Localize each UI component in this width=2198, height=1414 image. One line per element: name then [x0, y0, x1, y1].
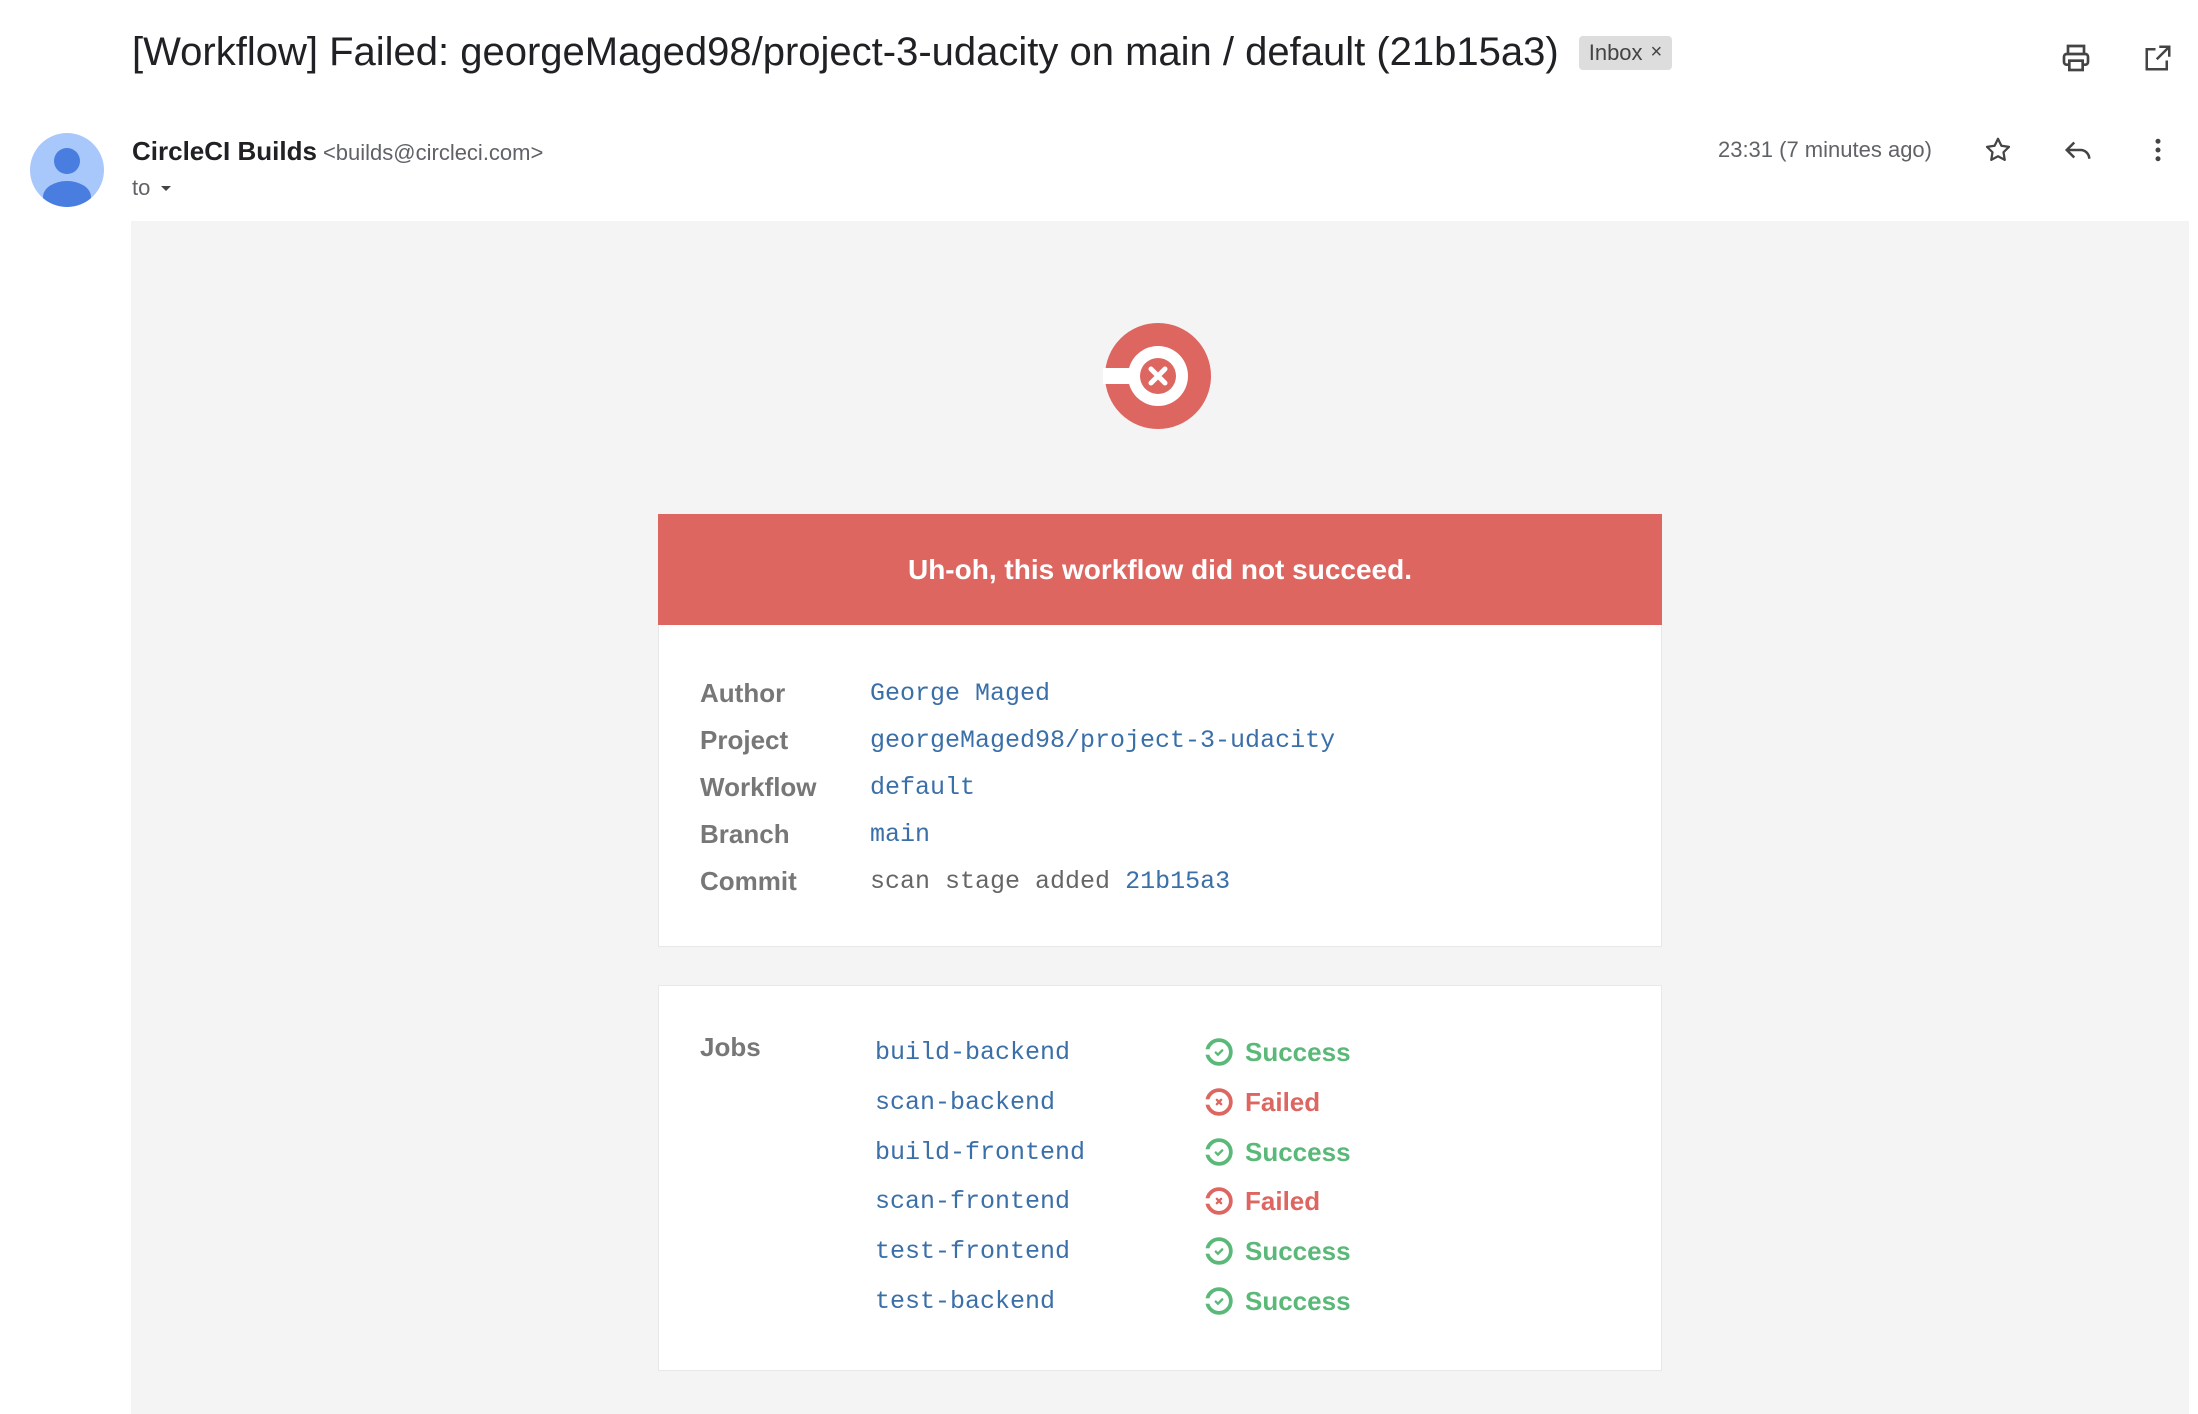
sender-avatar[interactable] [30, 133, 104, 207]
success-icon [1205, 1138, 1233, 1166]
subject-text: [Workflow] Failed: georgeMaged98/project… [132, 30, 1559, 74]
star-icon[interactable] [1978, 130, 2018, 170]
failure-banner: Uh-oh, this workflow did not succeed. [658, 514, 1662, 625]
project-link[interactable]: georgeMaged98/project-3-udacity [870, 726, 1335, 755]
more-vertical-icon[interactable] [2138, 130, 2178, 170]
detail-label: Project [700, 724, 789, 755]
detail-label: Workflow [700, 771, 817, 802]
email-body: Uh-oh, this workflow did not succeed. Au… [131, 221, 2189, 1414]
inbox-label-chip[interactable]: Inbox × [1578, 35, 1673, 70]
sender-name[interactable]: CircleCI Builds [132, 136, 317, 166]
status-failed: Failed [1205, 1087, 1320, 1118]
status-label: Failed [1245, 1185, 1321, 1216]
detail-row-branch: Branch main [700, 814, 1641, 854]
workflow-link[interactable]: default [870, 773, 975, 802]
commit-hash-link[interactable]: 21b15a3 [1125, 867, 1230, 896]
subject-toolbar [2056, 38, 2178, 78]
print-icon[interactable] [2056, 38, 2096, 78]
jobs-label: Jobs [700, 1032, 761, 1062]
open-in-new-window-icon[interactable] [2138, 38, 2178, 78]
inbox-label-text: Inbox [1588, 39, 1643, 65]
job-name-link[interactable]: build-backend [875, 1038, 1205, 1067]
status-failed: Failed [1205, 1186, 1320, 1217]
failed-icon [1205, 1187, 1233, 1215]
status-label: Success [1245, 1285, 1351, 1316]
detail-label: Branch [700, 818, 790, 849]
status-success: Success [1205, 1286, 1351, 1317]
detail-row-project: Project georgeMaged98/project-3-udacity [700, 720, 1641, 760]
job-name-link[interactable]: build-frontend [875, 1138, 1205, 1167]
detail-label: Author [700, 677, 786, 708]
author-link[interactable]: George Maged [870, 679, 1050, 708]
status-success: Success [1205, 1037, 1351, 1068]
status-label: Success [1245, 1136, 1351, 1167]
workflow-details-card: Author George Maged Project georgeMaged9… [658, 625, 1662, 947]
job-name-link[interactable]: test-backend [875, 1287, 1205, 1316]
detail-row-commit: Commit scan stage added 21b15a3 [700, 861, 1641, 901]
job-row: build-frontend Success [875, 1132, 1351, 1172]
status-success: Success [1205, 1137, 1351, 1168]
job-row: test-backend Success [875, 1281, 1351, 1321]
job-name-link[interactable]: scan-backend [875, 1088, 1205, 1117]
job-row: scan-frontend Failed [875, 1181, 1320, 1221]
sender-email: <builds@circleci.com> [322, 140, 544, 165]
detail-row-author: Author George Maged [700, 673, 1641, 713]
sender-info: CircleCI Builds <builds@circleci.com> [132, 136, 543, 167]
recipient-line[interactable]: to [132, 175, 174, 201]
job-name-link[interactable]: test-frontend [875, 1237, 1205, 1266]
success-icon [1205, 1038, 1233, 1066]
detail-row-workflow: Workflow default [700, 767, 1641, 807]
email-subject: [Workflow] Failed: georgeMaged98/project… [132, 30, 1673, 75]
failed-icon [1205, 1088, 1233, 1116]
status-label: Failed [1245, 1086, 1321, 1117]
remove-label-icon[interactable]: × [1651, 41, 1663, 64]
message-timestamp: 23:31 (7 minutes ago) [1717, 137, 1932, 162]
job-row: scan-backend Failed [875, 1082, 1320, 1122]
success-icon [1205, 1287, 1233, 1315]
message-actions: 23:31 (7 minutes ago) [1718, 130, 2178, 170]
job-name-link[interactable]: scan-frontend [875, 1187, 1205, 1216]
commit-message: scan stage added [870, 866, 1111, 896]
chevron-down-icon[interactable] [158, 180, 174, 196]
jobs-card: Jobs build-backend Success scan-backend Fai… [658, 985, 1662, 1371]
detail-label: Commit [700, 865, 797, 896]
status-success: Success [1205, 1236, 1351, 1267]
job-row: test-frontend Success [875, 1231, 1351, 1271]
status-label: Success [1245, 1235, 1351, 1266]
success-icon [1205, 1237, 1233, 1265]
job-row: build-backend Success [875, 1032, 1351, 1072]
to-label: to [132, 175, 151, 200]
circleci-failed-logo [1103, 323, 1211, 429]
branch-link[interactable]: main [870, 820, 930, 849]
reply-icon[interactable] [2058, 130, 2098, 170]
status-label: Success [1245, 1036, 1351, 1067]
